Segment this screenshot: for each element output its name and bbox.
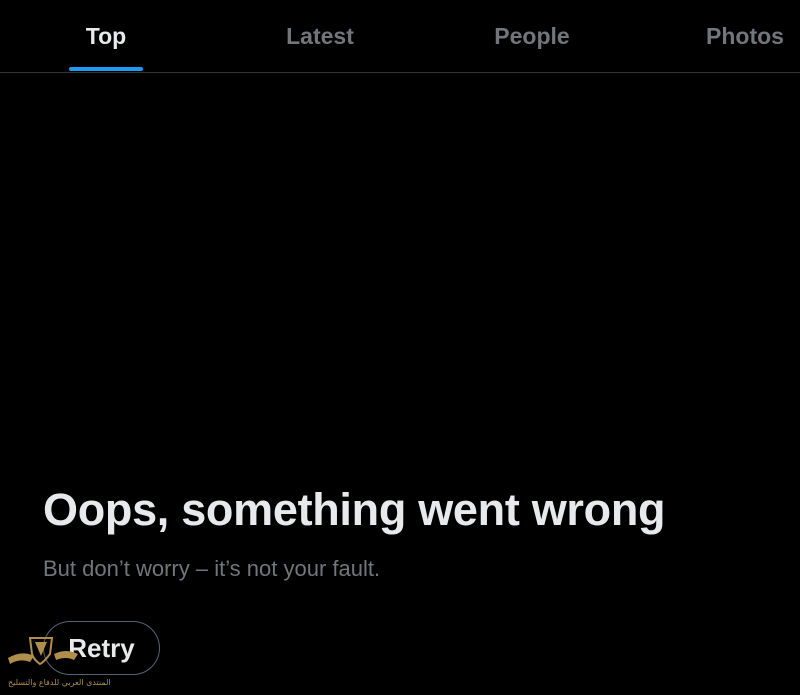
search-tab-bar: Top Latest People Photos xyxy=(0,0,800,73)
error-subtitle: But don’t worry – it’s not your fault. xyxy=(43,556,381,581)
tab-top[interactable]: Top xyxy=(69,0,143,72)
error-title: Oops, something went wrong xyxy=(43,484,666,535)
tab-latest[interactable]: Latest xyxy=(270,0,370,72)
watermark-caption: المنتدى العربي للدفاع والتسليح xyxy=(8,678,111,687)
active-tab-indicator xyxy=(69,67,143,71)
watermark-logo: المنتدى العربي للدفاع والتسليح xyxy=(4,632,111,690)
tab-people[interactable]: People xyxy=(482,0,582,72)
tab-photos[interactable]: Photos xyxy=(695,0,795,72)
